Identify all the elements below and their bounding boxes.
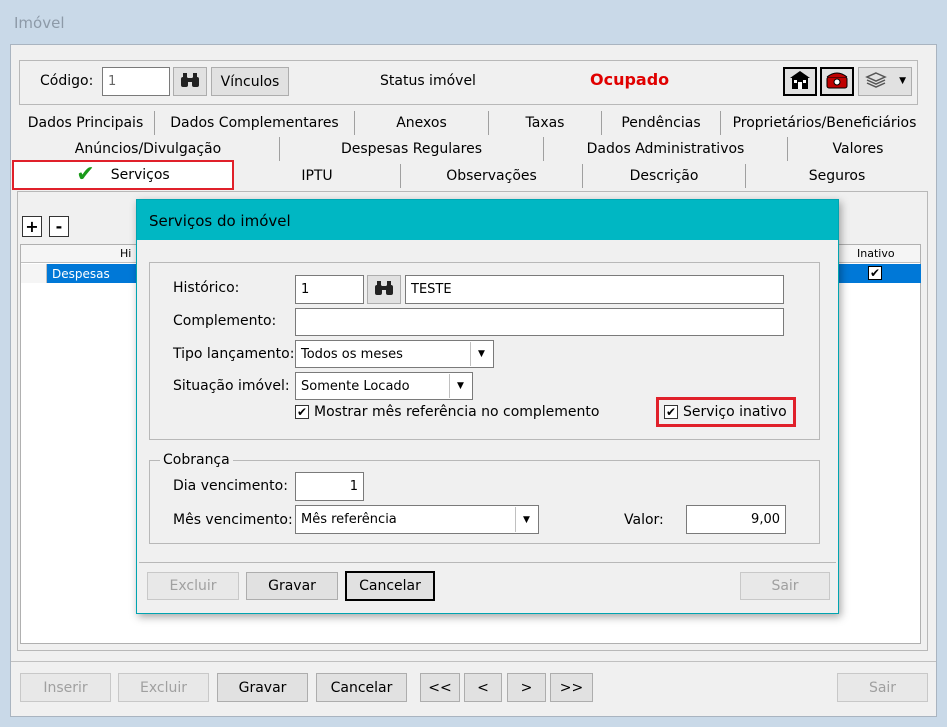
layers-dropdown-button[interactable]: ▼ — [858, 67, 912, 96]
mostrar-mes-checkbox-row[interactable]: ✔ Mostrar mês referência no complemento — [295, 404, 599, 420]
valor-input[interactable]: 9,00 — [686, 505, 786, 534]
servico-inativo-checkbox-row[interactable]: ✔ Serviço inativo — [664, 404, 787, 420]
servico-inativo-checkbox[interactable]: ✔ — [664, 405, 678, 419]
tab-pendencias[interactable]: Pendências — [602, 111, 721, 135]
excluir-button[interactable]: Excluir — [118, 673, 209, 702]
mes-vencimento-value: Mês referência — [301, 512, 397, 527]
mostrar-mes-label: Mostrar mês referência no complemento — [314, 404, 600, 420]
complemento-label: Complemento: — [173, 313, 277, 329]
tab-anexos[interactable]: Anexos — [355, 111, 489, 135]
cancelar-button[interactable]: Cancelar — [316, 673, 407, 702]
building-button[interactable] — [783, 67, 817, 96]
dialog-button-bar — [139, 562, 836, 610]
cobranca-legend: Cobrança — [160, 452, 233, 468]
tipo-lancamento-select[interactable]: Todos os meses ▼ — [295, 340, 494, 368]
situacao-imovel-select[interactable]: Somente Locado ▼ — [295, 372, 473, 400]
add-row-button[interactable]: + — [22, 216, 42, 237]
situacao-imovel-value: Somente Locado — [301, 378, 410, 394]
codigo-input[interactable]: 1 — [102, 67, 170, 96]
phone-icon — [825, 71, 849, 93]
first-record-button[interactable]: << — [420, 673, 460, 702]
window-title: Imóvel — [14, 14, 65, 32]
tab-seguros[interactable]: Seguros — [746, 164, 928, 188]
remove-row-button[interactable]: - — [49, 216, 69, 237]
phone-button[interactable] — [820, 67, 854, 96]
last-record-button[interactable]: >> — [550, 673, 593, 702]
mes-vencimento-select[interactable]: Mês referência ▼ — [295, 505, 539, 534]
chevron-down-icon[interactable]: ▼ — [449, 374, 471, 398]
dialog-excluir-button[interactable]: Excluir — [147, 572, 239, 600]
tab-anuncios[interactable]: Anúncios/Divulgação — [17, 137, 280, 161]
historico-search-button[interactable] — [367, 275, 401, 304]
tab-descricao[interactable]: Descrição — [583, 164, 746, 188]
building-icon — [789, 70, 811, 94]
tab-observacoes[interactable]: Observações — [401, 164, 583, 188]
tab-servicos-label: Serviços — [110, 167, 170, 183]
dia-vencimento-label: Dia vencimento: — [173, 478, 288, 494]
gravar-button[interactable]: Gravar — [217, 673, 308, 702]
dia-vencimento-input[interactable]: 1 — [295, 472, 364, 501]
sair-button[interactable]: Sair — [837, 673, 928, 702]
tab-taxas[interactable]: Taxas — [489, 111, 602, 135]
footer-bar — [11, 661, 936, 662]
checkmark-icon: ✔ — [76, 162, 95, 187]
binoculars-icon — [180, 72, 200, 92]
prev-record-button[interactable]: < — [464, 673, 502, 702]
grid-col-historico: Hi — [120, 247, 132, 260]
tipo-lancamento-label: Tipo lançamento: — [173, 346, 295, 362]
historico-label: Histórico: — [173, 280, 240, 296]
complemento-input[interactable] — [295, 308, 784, 336]
tab-valores[interactable]: Valores — [788, 137, 928, 161]
dialog-sair-button[interactable]: Sair — [740, 572, 830, 600]
tab-servicos[interactable]: ✔ Serviços — [12, 160, 234, 190]
tab-proprietarios[interactable]: Proprietários/Beneficiários — [721, 111, 928, 135]
mes-vencimento-label: Mês vencimento: — [173, 512, 293, 528]
chevron-down-icon[interactable]: ▼ — [515, 507, 537, 532]
next-record-button[interactable]: > — [507, 673, 546, 702]
mostrar-mes-checkbox[interactable]: ✔ — [295, 405, 309, 419]
codigo-label: Código: — [40, 73, 94, 89]
tab-despesas-regulares[interactable]: Despesas Regulares — [280, 137, 544, 161]
servico-inativo-label: Serviço inativo — [683, 404, 787, 420]
historico-code-input[interactable]: 1 — [295, 275, 364, 304]
grid-row-indicator — [21, 264, 47, 283]
historico-desc-input[interactable]: TESTE — [405, 275, 784, 304]
vinculos-button[interactable]: Vínculos — [211, 67, 289, 96]
tipo-lancamento-value: Todos os meses — [301, 346, 403, 362]
status-imovel-label: Status imóvel — [380, 73, 476, 89]
layers-icon — [865, 71, 887, 93]
dialog-title: Serviços do imóvel — [149, 212, 291, 230]
status-imovel-value: Ocupado — [590, 70, 670, 89]
codigo-search-button[interactable] — [173, 67, 207, 96]
binoculars-icon — [374, 280, 394, 300]
grid-row-text: Despesas — [52, 267, 110, 281]
dialog-cancelar-button[interactable]: Cancelar — [345, 571, 435, 601]
chevron-down-icon: ▼ — [899, 76, 906, 86]
tab-dados-principais[interactable]: Dados Principais — [17, 111, 155, 135]
situacao-imovel-label: Situação imóvel: — [173, 378, 290, 394]
tab-iptu[interactable]: IPTU — [234, 164, 401, 188]
dialog-gravar-button[interactable]: Gravar — [246, 572, 338, 600]
inserir-button[interactable]: Inserir — [20, 673, 111, 702]
grid-col-inativo: Inativo — [857, 247, 895, 260]
valor-label: Valor: — [624, 512, 664, 528]
chevron-down-icon[interactable]: ▼ — [470, 342, 492, 366]
grid-row-inativo-checkbox[interactable]: ✔ — [868, 266, 882, 280]
tab-dados-administrativos[interactable]: Dados Administrativos — [544, 137, 788, 161]
tab-dados-complementares[interactable]: Dados Complementares — [155, 111, 355, 135]
